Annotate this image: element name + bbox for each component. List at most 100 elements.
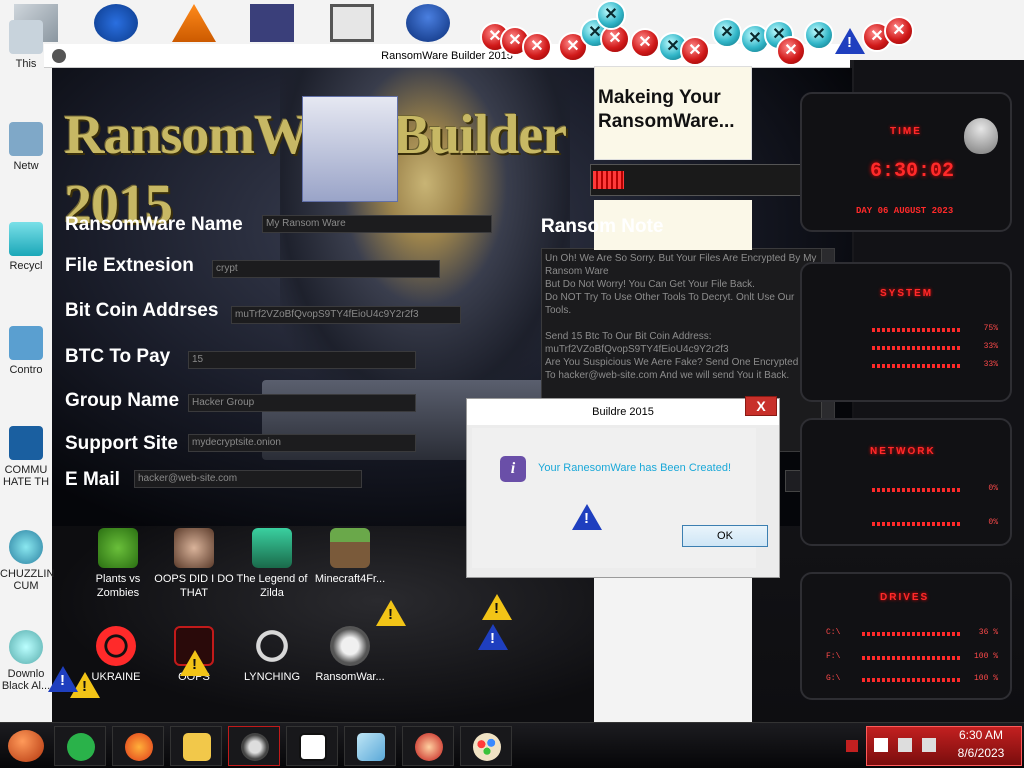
error-icon: ✕	[776, 36, 806, 66]
palette-icon	[473, 733, 501, 761]
icon-label: COMMU HATE TH	[2, 464, 50, 488]
legend-of-zilda-shortcut[interactable]: The Legend of Zilda	[230, 528, 314, 600]
taskbar-7zip[interactable]	[286, 726, 338, 766]
game-character-icon	[252, 528, 292, 568]
taskbar-ransomware-builder[interactable]	[228, 726, 280, 766]
support-site-input[interactable]: mydecryptsite.onion	[188, 434, 416, 452]
icon-label: Minecraft4Fr...	[314, 573, 386, 585]
plant-icon	[98, 528, 138, 568]
warning-icon	[478, 624, 508, 650]
game-icon	[9, 530, 43, 564]
lynching-shortcut[interactable]: LYNCHING	[230, 626, 314, 684]
network-tray-icon[interactable]	[898, 738, 912, 752]
warning-icon	[482, 594, 512, 620]
file-extension-label: File Extnesion	[65, 255, 194, 276]
drive-label: C:\	[826, 628, 841, 637]
drive-label: G:\	[826, 674, 841, 683]
gadget-bar	[862, 656, 962, 660]
error-icon: ✕	[522, 32, 552, 62]
plants-vs-zombies-shortcut[interactable]: Plants vs Zombies	[76, 528, 160, 600]
ransomware-shortcut[interactable]: RansomWar...	[308, 626, 392, 684]
support-site-label: Support Site	[65, 433, 178, 454]
error-icon: ✕	[712, 18, 742, 48]
volume-icon[interactable]	[922, 738, 936, 752]
icon-label: Netw	[13, 160, 39, 172]
icon-label: Downlo Black Al...	[1, 668, 51, 692]
warning-icon	[835, 28, 865, 54]
taskbar-firefox[interactable]	[112, 726, 164, 766]
file-extension-input[interactable]: crypt	[212, 260, 440, 278]
network-icon	[9, 122, 43, 156]
ransomware-name-input[interactable]: My Ransom Ware	[262, 215, 492, 233]
gadget-value: 0%	[988, 518, 998, 527]
edge-browser-icon[interactable]	[94, 4, 138, 42]
bitcoin-address-label: Bit Coin Addrses	[65, 300, 219, 321]
gadget-value: 100 %	[973, 652, 998, 661]
bitcoin-address-input[interactable]: muTrf2VZoBfQvopS9TY4fEioU4c9Y2r2f3	[231, 306, 461, 324]
taskbar-clock-date[interactable]: 8/6/2023	[946, 746, 1016, 760]
flag-icon[interactable]	[874, 738, 888, 752]
dialog-close-button[interactable]: X	[745, 396, 777, 416]
recycle-bin-shortcut[interactable]: Recycl	[0, 222, 52, 272]
taskbar-paint[interactable]	[460, 726, 512, 766]
logo-overlay-patch	[302, 96, 398, 202]
email-input[interactable]: hacker@web-site.com	[134, 470, 362, 488]
gadget-value: 75%	[983, 324, 998, 333]
gadget-bar	[872, 346, 962, 350]
gadget-title: SYSTEM	[880, 288, 934, 299]
btc-to-pay-input[interactable]: 15	[188, 351, 416, 369]
chuzzlin-shortcut[interactable]: CHUZZLIN CUM	[0, 530, 54, 592]
skull-icon	[330, 626, 370, 666]
icon-label: This	[15, 58, 37, 70]
minecraft-shortcut[interactable]: Minecraft4Fr...	[308, 528, 392, 586]
warning-icon	[180, 650, 210, 676]
progress-bar-fill	[593, 171, 624, 189]
gadget-title: DRIVES	[880, 592, 930, 603]
computer-icon	[9, 20, 43, 54]
7zip-icon	[299, 733, 327, 761]
notepad-icon	[357, 733, 385, 761]
gadget-time: 6:30:02	[870, 160, 955, 183]
icon-label: LYNCHING	[243, 671, 301, 683]
grass-block-icon	[330, 528, 370, 568]
note-line: Un Oh! We Are So Sorry. But Your Files A…	[545, 253, 817, 316]
app-icon	[9, 426, 43, 460]
error-icon: ✕	[596, 0, 626, 30]
icon-label: Plants vs Zombies	[95, 573, 141, 599]
email-label: E Mail	[65, 469, 120, 490]
group-name-input[interactable]: Hacker Group	[188, 394, 416, 412]
icon-label: RansomWar...	[315, 671, 385, 683]
oops-did-i-do-that-shortcut[interactable]: OOPS DID I DO THAT	[152, 528, 236, 600]
app-icon	[52, 49, 66, 63]
santa-icon	[415, 733, 443, 761]
taskbar-santa-app[interactable]	[402, 726, 454, 766]
rope-icon	[252, 626, 292, 666]
gadget-bar	[872, 488, 962, 492]
gadget-bar	[862, 678, 962, 682]
start-button[interactable]	[8, 730, 44, 762]
app-icon[interactable]	[330, 4, 374, 42]
control-panel-icon	[9, 326, 43, 360]
error-icon: ✕	[630, 28, 660, 58]
taskbar-clock-time[interactable]: 6:30 AM	[946, 728, 1016, 742]
tray-overflow-icon[interactable]	[846, 740, 858, 752]
hxd-icon[interactable]	[250, 4, 294, 42]
ransomware-name-label: RansomWare Name	[65, 214, 243, 235]
control-panel-shortcut[interactable]: Contro	[0, 326, 52, 376]
download-shortcut[interactable]: Downlo Black Al...	[0, 630, 52, 692]
gadget-value: 100 %	[973, 674, 998, 683]
taskbar-file-explorer[interactable]	[170, 726, 222, 766]
taskbar-chat[interactable]	[54, 726, 106, 766]
error-icon: ✕	[884, 16, 914, 46]
user-icon[interactable]	[406, 4, 450, 42]
ransom-note-label-overlay: Ransom Note	[541, 216, 664, 237]
folder-icon	[183, 733, 211, 761]
network-shortcut[interactable]: Netw	[0, 122, 52, 172]
gadget-title: NETWORK	[870, 446, 936, 457]
commu-hate-shortcut[interactable]: COMMU HATE TH	[0, 426, 52, 488]
taskbar-notepad[interactable]	[344, 726, 396, 766]
dialog-message: Your RanesomWare has Been Created!	[538, 462, 732, 474]
warning-icon	[48, 666, 78, 692]
ok-button[interactable]: OK	[682, 525, 768, 547]
gadget-value: 33%	[983, 360, 998, 369]
